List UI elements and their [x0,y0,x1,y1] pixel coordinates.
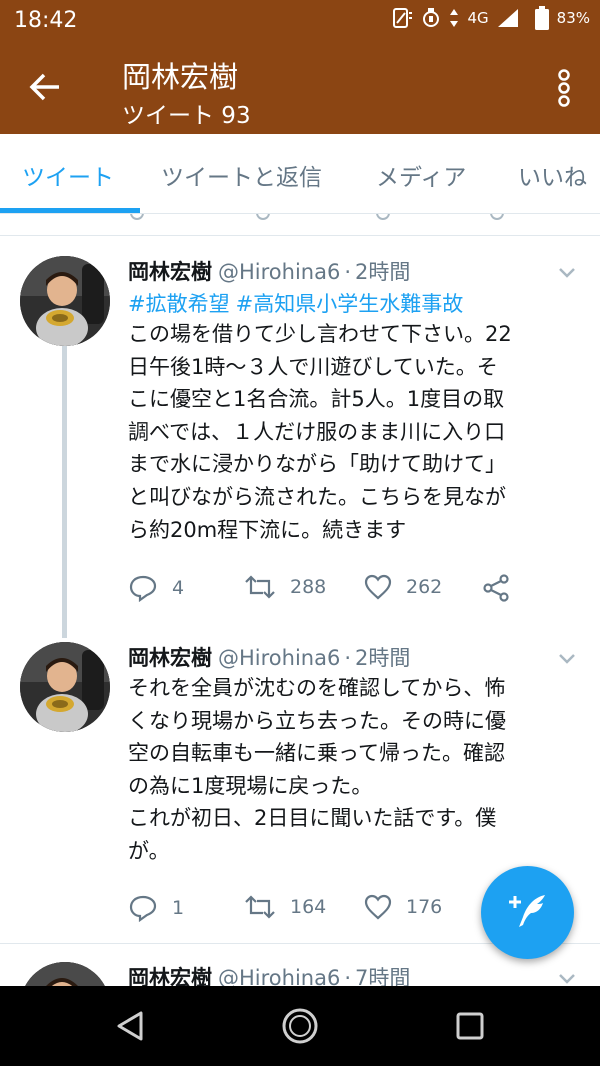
reply-icon [128,574,158,602]
retweet-icon [244,574,276,600]
author-name[interactable]: 岡林宏樹 [128,260,212,284]
reply-count: 1 [172,897,185,919]
tweet-text: この場を借りて少し言わせて下さい。22 日午後1時～３人で川遊びしていた。そ こ… [128,322,512,542]
retweet-button[interactable]: 288 [244,574,326,600]
tweet[interactable]: 岡林宏樹 @Hirohina6 · 7時間 [0,962,600,986]
nav-back-icon [115,1010,145,1046]
retweet-button[interactable]: 164 [244,894,326,920]
tab-media[interactable]: メディア [376,158,466,192]
tweet-text: それを全員が沈むのを確認してから、怖 くなり現場から立ち去った。その時に優 空の… [128,676,506,863]
meta-separator: · [344,966,352,986]
heart-icon [376,214,390,220]
hashtag-link[interactable]: #拡散希望 [128,292,230,316]
share-icon [490,214,504,220]
chevron-down-icon[interactable] [558,650,576,669]
compose-tweet-button[interactable] [481,866,574,959]
author-name[interactable]: 岡林宏樹 [128,966,212,986]
profile-tabs: ツイート ツイートと返信 メディア いいね [0,134,600,214]
data-arrows-icon [449,8,459,28]
like-button[interactable]: 176 [364,894,442,920]
reply-count: 4 [172,577,185,599]
battery-percent: 83% [556,9,590,27]
like-count: 176 [406,896,443,918]
tweet-header: 岡林宏樹 @Hirohina6 · 7時間 [128,962,410,986]
network-type: 4G [467,9,489,27]
more-vertical-icon [557,69,571,111]
status-icons: 4G 83% [391,6,590,30]
reply-icon [128,894,158,922]
chevron-down-icon[interactable] [558,970,576,986]
profile-name: 岡林宏樹 [122,60,239,94]
reply-icon [130,214,144,220]
active-tab-indicator [0,208,140,213]
arrow-left-icon [29,73,61,105]
author-handle[interactable]: @Hirohina6 [218,646,340,670]
heart-icon [364,574,392,600]
tweet-time: 2時間 [355,646,411,670]
status-bar: 18:42 4G 83% [0,0,600,44]
retweet-count: 288 [290,576,327,598]
meta-separator: · [344,646,352,670]
nav-home-button[interactable] [278,1006,322,1050]
tweet-header: 岡林宏樹 @Hirohina6 · 2時間 [128,256,410,286]
nav-recents-icon [455,1011,485,1045]
app-bar: 岡林宏樹 ツイート 93 [0,44,600,134]
tweet-count: ツイート 93 [122,103,251,129]
tab-tweets-and-replies[interactable]: ツイートと返信 [161,158,322,192]
hashtags: #拡散希望 #高知県小学生水難事故 [128,288,469,318]
status-time: 18:42 [14,8,78,33]
nav-recents-button[interactable] [448,1006,492,1050]
heart-icon [364,894,392,920]
reply-button[interactable]: 4 [128,574,184,602]
previous-tweet-actions-cutoff [0,214,600,236]
like-count: 262 [406,576,443,598]
tweet-actions: 4 288 262 [128,574,568,608]
avatar[interactable] [20,962,110,986]
back-button[interactable] [20,66,70,112]
battery-icon [534,6,549,30]
avatar[interactable] [20,642,110,732]
alarm-icon [421,7,441,29]
author-name[interactable]: 岡林宏樹 [128,646,212,670]
author-handle[interactable]: @Hirohina6 [218,966,340,986]
compose-tweet-icon [505,891,551,935]
retweet-icon [244,894,276,920]
system-navigation-bar [0,986,600,1066]
tweet[interactable]: 岡林宏樹 @Hirohina6 · 2時間 #拡散希望 #高知県小学生水難事故 この場を… [0,256,600,626]
more-options-button[interactable] [548,68,580,112]
meta-separator: · [344,260,352,284]
avatar[interactable] [20,256,110,346]
author-handle[interactable]: @Hirohina6 [218,260,340,284]
chevron-down-icon[interactable] [558,264,576,283]
reply-button[interactable]: 1 [128,894,184,922]
nfc-icon [391,7,413,29]
tweet-header: 岡林宏樹 @Hirohina6 · 2時間 [128,642,410,672]
nav-home-icon [280,1006,320,1050]
tab-likes[interactable]: いいね [518,158,587,192]
hashtag-link[interactable]: #高知県小学生水難事故 [236,292,464,316]
retweet-icon [256,214,270,220]
tab-tweets[interactable]: ツイート [22,158,114,192]
tweet-time: 7時間 [355,966,411,986]
retweet-count: 164 [290,896,327,918]
nav-back-button[interactable] [108,1006,152,1050]
share-icon [482,574,510,602]
tweet-time: 2時間 [355,260,411,284]
share-button[interactable] [482,574,510,602]
signal-icon [497,8,519,28]
like-button[interactable]: 262 [364,574,442,600]
